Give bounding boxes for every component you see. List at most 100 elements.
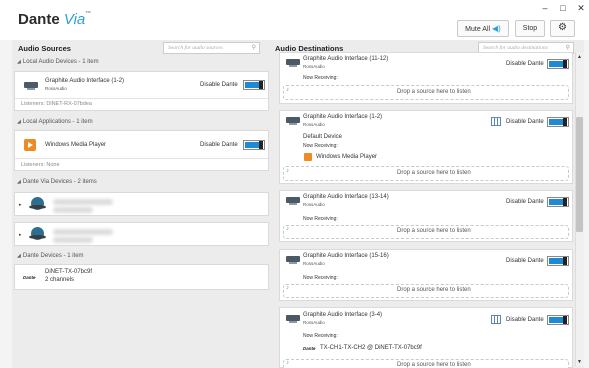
disable-dante-toggle[interactable] bbox=[547, 256, 569, 266]
minimize-button[interactable]: – bbox=[538, 3, 552, 13]
mute-all-button[interactable]: Mute All ◀) bbox=[457, 20, 509, 37]
destination-vendor: RossAudio bbox=[303, 202, 325, 207]
disable-dante-toggle[interactable] bbox=[547, 197, 569, 207]
destination-vendor: RossAudio bbox=[303, 320, 325, 325]
disable-dante-toggle[interactable] bbox=[243, 140, 265, 150]
audio-interface-icon bbox=[24, 82, 38, 90]
group-local-apps-label: Local Applications - 1 item bbox=[22, 119, 93, 125]
destination-card[interactable]: Graphite Audio Interface (13-14) RossAud… bbox=[279, 190, 573, 242]
search-sources-placeholder: Search for audio sources bbox=[168, 45, 223, 51]
destination-vendor: RossAudio bbox=[303, 261, 325, 266]
audio-interface-icon bbox=[286, 256, 300, 264]
disable-dante-toggle[interactable] bbox=[243, 80, 265, 90]
destination-card[interactable]: Graphite Audio Interface (3-4) RossAudio… bbox=[279, 307, 573, 368]
drop-zone-text: Drop a source here to listen bbox=[397, 287, 471, 293]
audio-interface-icon bbox=[286, 59, 300, 67]
search-icon: ⚲ bbox=[251, 44, 256, 51]
collapse-icon: ◢ bbox=[17, 179, 21, 185]
maximize-button[interactable]: □ bbox=[556, 3, 570, 13]
group-dante-via-label: Dante Via Devices - 2 items bbox=[22, 179, 97, 185]
source-card-local-audio[interactable]: Graphite Audio Interface (1-2) RossAudio… bbox=[14, 71, 269, 111]
gear-icon: ⚙ bbox=[558, 22, 567, 33]
title-bar: Dante Via™ – □ ✕ Mute All ◀) Stop ⚙ bbox=[0, 0, 589, 40]
drop-zone-text: Drop a source here to listen bbox=[397, 228, 471, 234]
disable-dante-label: Disable Dante bbox=[506, 61, 544, 67]
now-receiving-label: Now Receiving: bbox=[303, 216, 338, 222]
receiving-source: Windows Media Player bbox=[316, 154, 378, 160]
scroll-down-arrow[interactable]: ▼ bbox=[576, 359, 583, 365]
channel-matrix-icon[interactable] bbox=[491, 315, 501, 324]
dante-logo: Dante bbox=[303, 346, 316, 351]
destination-card[interactable]: Graphite Audio Interface (11-12) RossAud… bbox=[279, 52, 573, 104]
speaker-icon: ◀) bbox=[492, 24, 501, 33]
listeners-text: Listeners: DiNET-RX-07bdea bbox=[21, 101, 92, 107]
dante-via-device-icon bbox=[29, 227, 46, 240]
group-local-audio-label: Local Audio Devices - 1 item bbox=[22, 59, 99, 65]
search-sources-input[interactable]: Search for audio sources ⚲ bbox=[163, 42, 260, 54]
source-app-name: Windows Media Player bbox=[45, 142, 107, 148]
disable-dante-label: Disable Dante bbox=[506, 317, 544, 323]
source-card-via-2[interactable]: ▸ bbox=[14, 222, 269, 246]
dante-device-channels: 2 channels bbox=[45, 277, 75, 283]
disable-dante-toggle[interactable] bbox=[547, 117, 569, 127]
destination-card[interactable]: Graphite Audio Interface (15-16) RossAud… bbox=[279, 249, 573, 301]
disable-dante-toggle[interactable] bbox=[547, 315, 569, 325]
default-device-label: Default Device bbox=[303, 134, 343, 140]
expand-icon[interactable]: ▸ bbox=[19, 202, 22, 208]
source-card-local-app[interactable]: Windows Media Player Disable Dante Liste… bbox=[14, 130, 269, 171]
group-dante-devices[interactable]: ◢ Dante Devices - 1 item bbox=[17, 253, 84, 259]
scrollbar-thumb[interactable] bbox=[576, 117, 583, 232]
disable-dante-label: Disable Dante bbox=[200, 82, 238, 88]
music-note-icon: ♪ bbox=[286, 285, 289, 291]
close-button[interactable]: ✕ bbox=[574, 3, 588, 14]
collapse-icon: ◢ bbox=[17, 253, 21, 259]
source-card-dante-device[interactable]: Dante DiNET-TX-07bc9f 2 channels bbox=[14, 264, 269, 290]
redacted-name bbox=[53, 199, 113, 205]
source-device-name: Graphite Audio Interface (1-2) bbox=[45, 78, 125, 84]
expand-icon[interactable]: ▸ bbox=[19, 232, 22, 238]
destination-name: Graphite Audio Interface (15-16) bbox=[303, 253, 389, 259]
music-note-icon: ♪ bbox=[286, 360, 289, 366]
mute-all-label: Mute All bbox=[465, 26, 491, 33]
dante-via-device-icon bbox=[29, 197, 46, 210]
disable-dante-label: Disable Dante bbox=[506, 199, 544, 205]
receiving-source: TX-CH1-TX-CH2 @ DiNET-TX-07bc9f bbox=[320, 345, 422, 351]
collapse-icon: ◢ bbox=[17, 59, 21, 65]
music-note-icon: ♪ bbox=[286, 168, 289, 174]
app-logo: Dante Via™ bbox=[18, 11, 91, 28]
settings-button[interactable]: ⚙ bbox=[550, 20, 575, 37]
drop-zone-text: Drop a source here to listen bbox=[397, 170, 471, 176]
channel-matrix-icon[interactable] bbox=[491, 117, 501, 126]
scroll-up-arrow[interactable]: ▲ bbox=[576, 54, 583, 60]
music-note-icon: ♪ bbox=[286, 226, 289, 232]
divider bbox=[15, 98, 268, 99]
destination-name: Graphite Audio Interface (11-12) bbox=[303, 56, 389, 62]
destination-vendor: RossAudio bbox=[303, 122, 325, 127]
drop-zone-text: Drop a source here to listen bbox=[397, 89, 471, 95]
drop-zone-text: Drop a source here to listen bbox=[397, 362, 471, 368]
trademark: ™ bbox=[85, 11, 92, 17]
destination-card[interactable]: Graphite Audio Interface (1-2) RossAudio… bbox=[279, 110, 573, 184]
search-destinations-placeholder: Search for audio destinations bbox=[483, 45, 548, 51]
redacted-name bbox=[53, 229, 113, 235]
windows-media-player-icon bbox=[304, 153, 312, 161]
group-local-audio[interactable]: ◢ Local Audio Devices - 1 item bbox=[17, 59, 99, 65]
music-note-icon: ♪ bbox=[286, 87, 289, 93]
redacted-sub bbox=[53, 207, 93, 213]
disable-dante-label: Disable Dante bbox=[200, 142, 238, 148]
disable-dante-toggle[interactable] bbox=[547, 59, 569, 69]
group-dante-devices-label: Dante Devices - 1 item bbox=[22, 253, 84, 259]
collapse-icon: ◢ bbox=[17, 119, 21, 125]
source-card-via-1[interactable]: ▸ bbox=[14, 192, 269, 216]
group-dante-via[interactable]: ◢ Dante Via Devices - 2 items bbox=[17, 179, 97, 185]
audio-sources-title: Audio Sources bbox=[18, 44, 71, 53]
now-receiving-label: Now Receiving: bbox=[303, 333, 338, 339]
group-local-apps[interactable]: ◢ Local Applications - 1 item bbox=[17, 119, 93, 125]
divider bbox=[15, 158, 268, 159]
dante-logo: Dante bbox=[23, 275, 36, 280]
audio-interface-icon bbox=[286, 117, 300, 125]
stop-button[interactable]: Stop bbox=[515, 20, 545, 37]
audio-interface-icon bbox=[286, 315, 300, 323]
audio-interface-icon bbox=[286, 197, 300, 205]
app-name-via: Via bbox=[63, 11, 86, 28]
